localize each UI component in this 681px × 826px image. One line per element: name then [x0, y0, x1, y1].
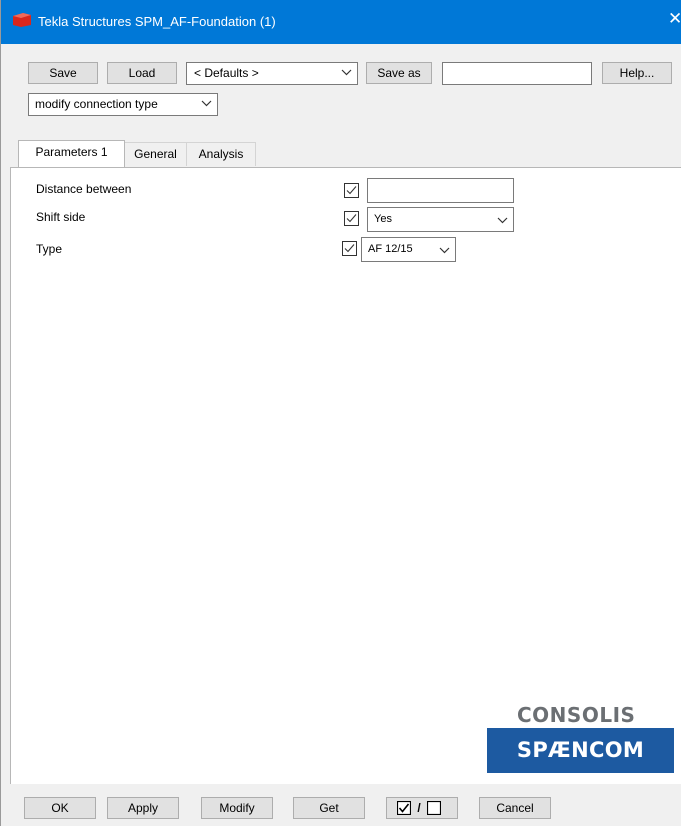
save-as-button-label: Save as [377, 66, 421, 80]
spaencom-logo: SPÆNCOM [487, 728, 674, 773]
apply-button-label: Apply [127, 801, 159, 815]
cancel-button-label: Cancel [496, 801, 534, 815]
dialog-window: Tekla Structures SPM_AF-Foundation (1) ✕… [0, 0, 681, 826]
mode-value: modify connection type [35, 97, 158, 111]
modify-button[interactable]: Modify [201, 797, 273, 819]
shift-side-label: Shift side [36, 210, 86, 224]
modify-button-label: Modify [219, 801, 255, 815]
shift-side-checkbox[interactable] [344, 211, 359, 226]
type-checkbox[interactable] [342, 241, 357, 256]
save-button-label: Save [49, 66, 77, 80]
load-button[interactable]: Load [107, 62, 177, 84]
spaencom-logo-text: SPÆNCOM [516, 738, 645, 762]
window-title: Tekla Structures SPM_AF-Foundation (1) [38, 14, 276, 29]
distance-between-label: Distance between [36, 182, 132, 196]
cancel-button[interactable]: Cancel [479, 797, 551, 819]
title-bar[interactable]: Tekla Structures SPM_AF-Foundation (1) ✕ [1, 0, 681, 44]
type-label: Type [36, 242, 63, 256]
ok-button[interactable]: OK [24, 797, 96, 819]
save-button[interactable]: Save [28, 62, 98, 84]
toggle-checkboxes-button[interactable]: / [386, 797, 458, 819]
distance-between-checkbox[interactable] [344, 183, 359, 198]
type-value: AF 12/15 [368, 243, 413, 255]
tab-label: General [134, 147, 177, 161]
type-select[interactable]: AF 12/15 [361, 237, 456, 262]
shift-side-value: Yes [374, 213, 392, 225]
chevron-down-icon [439, 247, 450, 254]
get-button-label: Get [319, 801, 339, 815]
shift-side-select[interactable]: Yes [367, 207, 514, 232]
help-button-label: Help... [619, 66, 655, 80]
apply-button[interactable]: Apply [107, 797, 179, 819]
chevron-down-icon [341, 69, 352, 76]
attribute-set-select[interactable]: < Defaults > [186, 62, 358, 85]
tab-general[interactable]: General [124, 142, 187, 166]
tab-label: Analysis [198, 147, 244, 161]
mode-select[interactable]: modify connection type [28, 93, 218, 116]
chevron-down-icon [201, 100, 212, 107]
toggle-separator: / [417, 801, 421, 815]
ok-button-label: OK [51, 801, 69, 815]
tab-analysis[interactable]: Analysis [186, 142, 256, 166]
tab-label: Parameters 1 [35, 145, 108, 159]
consolis-logo-text: CONSOLIS [517, 703, 636, 727]
close-icon[interactable]: ✕ [668, 8, 681, 30]
checked-box-icon [397, 801, 411, 815]
save-as-name-field[interactable] [442, 62, 592, 85]
tekla-app-icon [13, 13, 31, 27]
parameters-panel: Distance between Shift side Yes Type AF … [10, 167, 681, 784]
save-as-button[interactable]: Save as [366, 62, 432, 84]
unchecked-box-icon [427, 801, 441, 815]
attribute-set-value: < Defaults > [194, 66, 259, 80]
distance-between-field[interactable] [367, 178, 514, 203]
help-button[interactable]: Help... [602, 62, 672, 84]
chevron-down-icon [497, 217, 508, 224]
get-button[interactable]: Get [293, 797, 365, 819]
tab-parameters-1[interactable]: Parameters 1 [18, 140, 125, 167]
load-button-label: Load [128, 66, 156, 80]
